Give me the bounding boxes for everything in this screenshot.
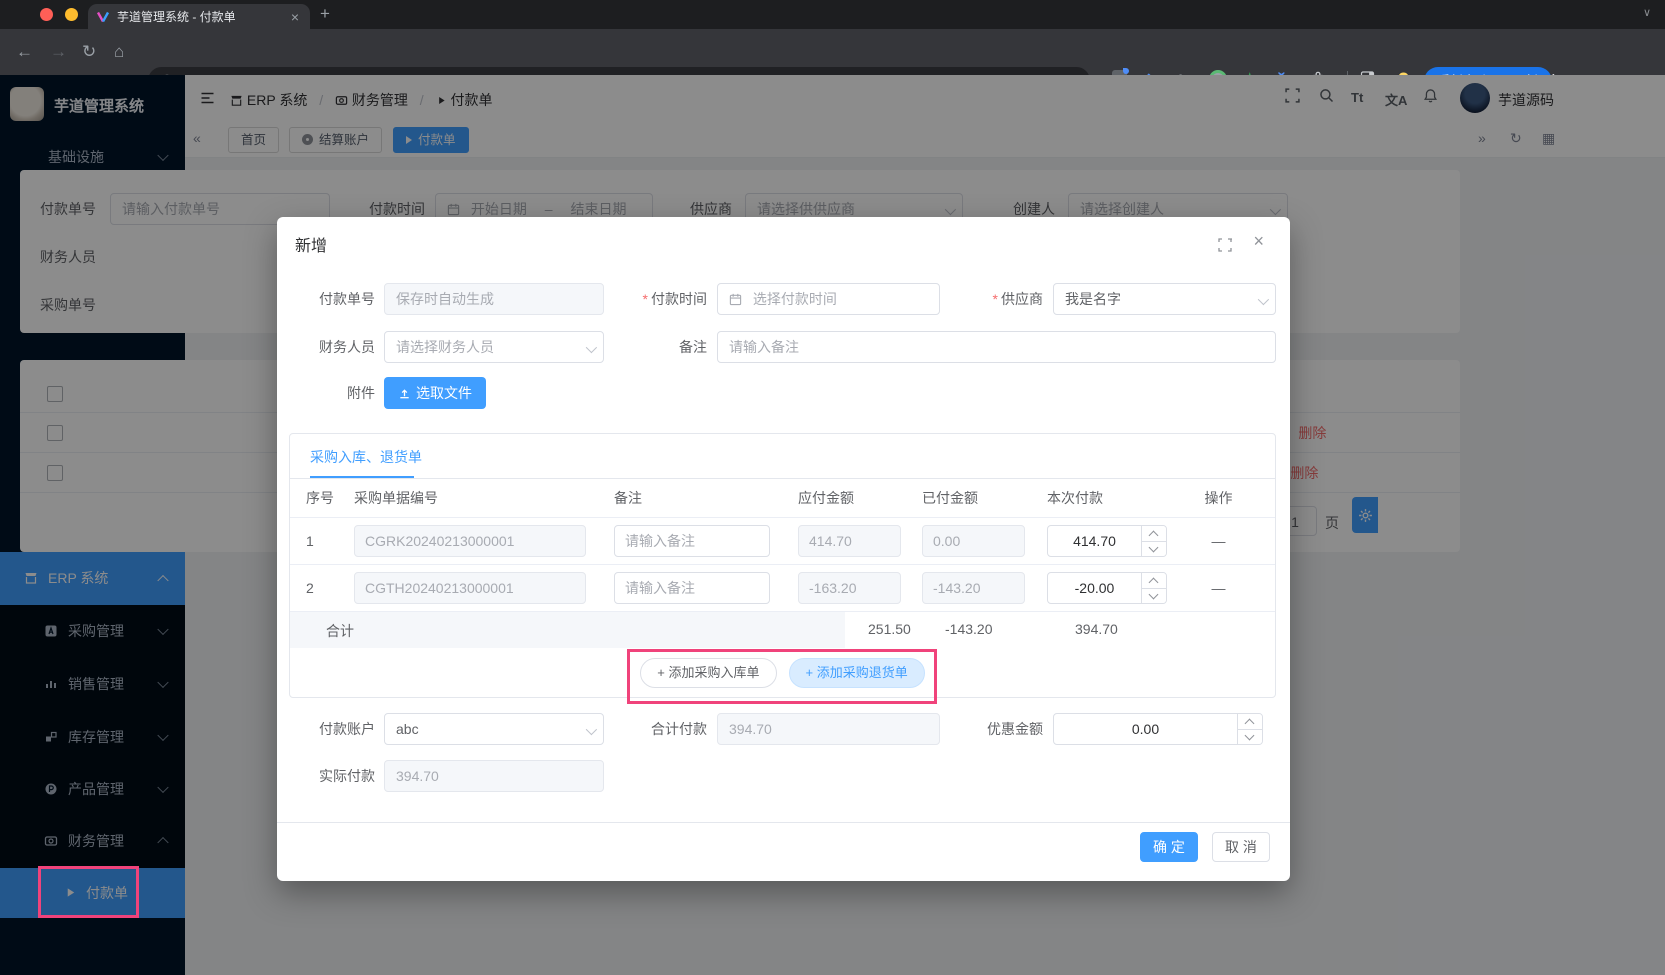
upload-icon <box>398 387 411 400</box>
paid-input[interactable]: -143.20 <box>922 572 1025 604</box>
tab-title: 芋道管理系统 - 付款单 <box>117 8 288 25</box>
current-payment-stepper[interactable]: 414.70 <box>1047 525 1167 557</box>
row-remark-input[interactable]: 请输入备注 <box>614 525 770 557</box>
table-header-row: 序号 采购单据编号 备注 应付金额 已付金额 本次付款 操作 <box>290 479 1275 518</box>
doc-code-input[interactable]: CGRK20240213000001 <box>354 525 586 557</box>
payment-time-label: *付款时间 <box>617 283 707 315</box>
stepper-up-icon[interactable] <box>1142 526 1166 542</box>
chevron-down-icon <box>586 342 597 353</box>
table-row: 1 CGRK20240213000001 请输入备注 414.70 0.00 4… <box>290 518 1275 565</box>
reload-icon[interactable]: ↻ <box>82 41 96 63</box>
back-icon[interactable]: ← <box>16 41 33 63</box>
finance-staff-select[interactable]: 请选择财务人员 <box>384 331 604 363</box>
doc-code-input[interactable]: CGTH20240213000001 <box>354 572 586 604</box>
remark-input[interactable]: 请输入备注 <box>717 331 1276 363</box>
chevron-down-icon <box>1258 294 1269 305</box>
annotation-box-sidebar-payment <box>38 866 139 918</box>
payment-no-label: 付款单号 <box>285 283 375 315</box>
active-tab-underline <box>310 476 414 478</box>
payable-input[interactable]: 414.70 <box>798 525 901 557</box>
row-op-dash: — <box>1197 533 1240 549</box>
current-payment-stepper[interactable]: -20.00 <box>1047 572 1167 604</box>
screen: 芋道管理系统 - 付款单 × + ∨ ← → ↻ ⌂ 127.0.0.1/erp… <box>0 0 1665 975</box>
tab-search-icon[interactable]: ∨ <box>1643 6 1651 19</box>
actual-payment-label: 实际付款 <box>285 760 375 792</box>
forward-icon[interactable]: → <box>50 41 67 63</box>
payable-input[interactable]: -163.20 <box>798 572 901 604</box>
dialog-close-icon[interactable]: × <box>1253 231 1264 252</box>
confirm-button[interactable]: 确 定 <box>1140 832 1198 862</box>
chevron-down-icon <box>586 724 597 735</box>
new-tab-button[interactable]: + <box>320 4 330 24</box>
browser-toolbar: ← → ↻ ⌂ 127.0.0.1/erp/finance/payment ☆ … <box>0 29 1665 75</box>
stepper-down-icon[interactable] <box>1142 542 1166 557</box>
total-payment-input[interactable]: 394.70 <box>717 713 940 745</box>
payment-account-select[interactable]: abc <box>384 713 604 745</box>
summary-paid: -143.20 <box>945 621 992 637</box>
stepper-up-icon[interactable] <box>1142 573 1166 589</box>
summary-payable: 251.50 <box>868 621 911 637</box>
tab-purchase-in-return[interactable]: 采购入库、退货单 <box>310 447 422 467</box>
browser-tab-strip: 芋道管理系统 - 付款单 × + ∨ <box>0 0 1665 29</box>
payment-time-input[interactable]: 选择付款时间 <box>717 283 940 315</box>
actual-payment-input[interactable]: 394.70 <box>384 760 604 792</box>
card-tabs: 采购入库、退货单 <box>290 434 1275 479</box>
row-remark-input[interactable]: 请输入备注 <box>614 572 770 604</box>
home-icon[interactable]: ⌂ <box>114 41 124 63</box>
window-close-button[interactable] <box>40 8 53 21</box>
annotation-box-add-buttons <box>627 649 937 704</box>
dialog-fullscreen-icon[interactable] <box>1218 238 1232 252</box>
new-payment-dialog: 新增 × 付款单号 保存时自动生成 *付款时间 选择付款时间 *供应商 我是名字… <box>277 217 1290 881</box>
stepper-down-icon[interactable] <box>1142 589 1166 604</box>
cancel-button[interactable]: 取 消 <box>1212 832 1270 862</box>
summary-label: 合计 <box>326 621 354 641</box>
table-row: 2 CGTH20240213000001 请输入备注 -163.20 -143.… <box>290 565 1275 612</box>
finance-staff-label: 财务人员 <box>285 331 375 363</box>
discount-stepper[interactable]: 0.00 <box>1053 713 1263 745</box>
summary-row: 合计 251.50 -143.20 394.70 <box>290 612 1275 648</box>
stepper-down-icon[interactable] <box>1238 730 1262 745</box>
summary-current: 394.70 <box>1075 621 1118 637</box>
payment-no-input[interactable]: 保存时自动生成 <box>384 283 604 315</box>
discount-label: 优惠金额 <box>953 713 1043 745</box>
summary-label-bg <box>290 612 845 648</box>
remark-label: 备注 <box>617 331 707 363</box>
row-op-dash: — <box>1197 580 1240 596</box>
paid-input[interactable]: 0.00 <box>922 525 1025 557</box>
dialog-title: 新增 <box>295 232 327 256</box>
supplier-label: *供应商 <box>953 283 1043 315</box>
footer-divider <box>277 822 1290 823</box>
favicon-icon <box>96 10 110 24</box>
payment-account-label: 付款账户 <box>285 713 375 745</box>
tab-close-icon[interactable]: × <box>288 9 302 25</box>
total-payment-label: 合计付款 <box>617 713 707 745</box>
select-file-button[interactable]: 选取文件 <box>384 377 486 409</box>
calendar-icon <box>729 293 742 306</box>
window-minimize-button[interactable] <box>65 8 78 21</box>
stepper-up-icon[interactable] <box>1238 714 1262 730</box>
attachment-label: 附件 <box>285 377 375 409</box>
supplier-select[interactable]: 我是名字 <box>1053 283 1276 315</box>
browser-tab[interactable]: 芋道管理系统 - 付款单 × <box>88 4 310 29</box>
